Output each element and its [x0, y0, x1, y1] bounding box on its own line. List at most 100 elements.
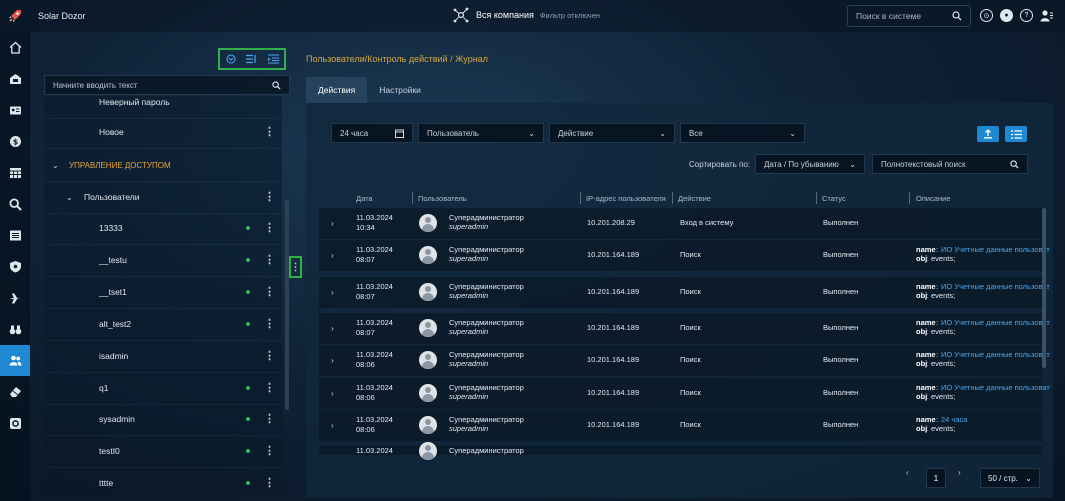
expand-row-icon[interactable]: ›: [331, 356, 334, 365]
page-number[interactable]: 1: [926, 468, 946, 488]
period-filter[interactable]: 24 часа: [331, 123, 413, 143]
tree-item[interactable]: sysadmin ⋮: [44, 409, 282, 429]
user-circle-icon[interactable]: ●: [1000, 9, 1013, 22]
table-scrollbar[interactable]: [1042, 208, 1046, 368]
panel-resize-handle[interactable]: ⋮: [289, 256, 302, 278]
more-options-icon[interactable]: ⋮: [264, 286, 275, 298]
fulltext-search-field[interactable]: Полнотекстовый поиск: [872, 154, 1028, 174]
expand-row-icon[interactable]: ›: [331, 324, 334, 333]
user-settings-icon[interactable]: [1040, 9, 1053, 22]
tree-item[interactable]: __testu ⋮: [44, 250, 282, 270]
tree-item[interactable]: Неверный пароль: [44, 96, 282, 112]
global-search-input[interactable]: Поиск в системе: [847, 5, 971, 27]
more-options-icon[interactable]: ⋮: [264, 318, 275, 330]
nav-search[interactable]: [0, 188, 30, 219]
expand-row-icon[interactable]: ›: [331, 251, 334, 260]
more-options-icon[interactable]: ⋮: [264, 191, 275, 203]
tree-search-input[interactable]: [53, 80, 272, 90]
tree-item[interactable]: ⌄ Пользователи ⋮: [44, 187, 282, 207]
column-date[interactable]: Дата: [356, 194, 373, 203]
more-options-icon[interactable]: ⋮: [264, 477, 275, 489]
tree-item[interactable]: tttte ⋮: [44, 473, 282, 493]
tab-actions[interactable]: Действия: [306, 77, 368, 103]
company-selector[interactable]: Вся компания Фильтр отключен: [452, 6, 600, 24]
nav-transfer[interactable]: [0, 282, 30, 313]
search-icon[interactable]: [272, 80, 281, 90]
nav-workstation[interactable]: [0, 63, 30, 94]
column-user[interactable]: Пользователь: [418, 194, 467, 203]
expand-row-icon[interactable]: ›: [331, 219, 334, 228]
nav-list[interactable]: [0, 220, 30, 251]
indent-view-icon[interactable]: [267, 53, 279, 65]
prev-page-icon[interactable]: ‹: [906, 468, 909, 477]
tree-item[interactable]: alt_test2 ⋮: [44, 314, 282, 334]
column-divider: [412, 192, 413, 204]
tab-settings[interactable]: Настройки: [367, 77, 433, 103]
column-ip[interactable]: IP-адрес пользователя: [586, 194, 666, 203]
table-row[interactable]: › 11.03.2024 08:07 Суперадминистратор supera…: [319, 277, 1050, 308]
nav-policy[interactable]: [0, 251, 30, 282]
nav-users[interactable]: [0, 344, 30, 377]
user-filter[interactable]: Пользователь ⌄: [418, 123, 544, 143]
table-row[interactable]: › 11.03.2024 08:07 Суперадминистратор supera…: [319, 313, 1050, 344]
chevron-down-icon[interactable]: ⌄: [52, 161, 59, 170]
search-icon[interactable]: [1010, 159, 1019, 169]
tree-item[interactable]: Новое ⋮: [44, 122, 282, 142]
tree-scrollbar[interactable]: [285, 200, 289, 410]
table-row[interactable]: 11.03.2024 Суперадминистратор: [319, 442, 1042, 460]
settings-icon: [9, 417, 21, 429]
nav-cleanup[interactable]: [0, 376, 30, 407]
search-icon[interactable]: [952, 11, 962, 21]
expand-row-icon[interactable]: ›: [331, 421, 334, 430]
more-options-icon[interactable]: ⋮: [264, 222, 275, 234]
expand-row-icon[interactable]: ›: [331, 288, 334, 297]
next-page-icon[interactable]: ›: [958, 468, 961, 477]
tree-item[interactable]: testI0 ⋮: [44, 441, 282, 461]
tree-search-field[interactable]: [44, 75, 290, 95]
nav-calendar[interactable]: [0, 157, 30, 188]
description-value: ИО Учетные данные пользоват: [941, 318, 1050, 327]
nav-settings[interactable]: [0, 408, 30, 439]
online-status-dot: [246, 481, 250, 485]
app-logo[interactable]: [0, 0, 30, 32]
tree-section[interactable]: ⌄ УПРАВЛЕНИЕ ДОСТУПОМ: [44, 155, 282, 175]
column-action[interactable]: Действие: [678, 194, 711, 203]
cell-user-login: superadmin: [449, 254, 489, 263]
nav-finance[interactable]: $: [0, 126, 30, 157]
nav-home[interactable]: [0, 32, 30, 63]
table-row[interactable]: › 11.03.2024 10:34 Суперадминистратор supera…: [319, 208, 1042, 239]
sort-select[interactable]: Дата / По убыванию ⌄: [755, 154, 865, 174]
more-options-icon[interactable]: ⋮: [264, 382, 275, 394]
export-button[interactable]: [977, 126, 999, 142]
table-row[interactable]: › 11.03.2024 08:07 Суперадминистратор supera…: [319, 240, 1050, 271]
nav-monitoring[interactable]: [0, 314, 30, 345]
collapse-all-icon[interactable]: [225, 53, 237, 65]
column-description[interactable]: Описание: [916, 194, 951, 203]
gdpr-icon[interactable]: ⊙: [980, 9, 993, 22]
tree-item[interactable]: 13333 ⋮: [44, 218, 282, 238]
more-options-icon[interactable]: ⋮: [264, 254, 275, 266]
chevron-down-icon[interactable]: ⌄: [66, 193, 73, 202]
cell-action: Поиск: [680, 250, 701, 259]
columns-button[interactable]: [1005, 126, 1027, 142]
more-options-icon[interactable]: ⋮: [264, 445, 275, 457]
more-options-icon[interactable]: ⋮: [264, 126, 275, 138]
help-icon[interactable]: ?: [1020, 9, 1033, 22]
table-row[interactable]: › 11.03.2024 08:06 Суперадминистратор supera…: [319, 410, 1042, 441]
scope-filter[interactable]: Все ⌄: [680, 123, 805, 143]
table-row[interactable]: › 11.03.2024 08:06 Суперадминистратор supera…: [319, 378, 1050, 409]
table-row[interactable]: › 11.03.2024 08:06 Суперадминистратор supera…: [319, 345, 1050, 376]
tree-divider: [44, 404, 282, 405]
nav-id-card[interactable]: [0, 95, 30, 126]
more-options-icon[interactable]: ⋮: [264, 413, 275, 425]
tree-item[interactable]: isadmin ⋮: [44, 346, 282, 366]
more-options-icon[interactable]: ⋮: [264, 350, 275, 362]
description-value: ИО Учетные данные пользоват: [941, 245, 1050, 254]
tree-item[interactable]: q1 ⋮: [44, 378, 282, 398]
tree-item[interactable]: __tset1 ⋮: [44, 282, 282, 302]
action-filter[interactable]: Действие ⌄: [549, 123, 675, 143]
list-view-icon[interactable]: [246, 53, 258, 65]
page-size-select[interactable]: 50 / стр. ⌄: [980, 468, 1040, 488]
column-status[interactable]: Статус: [822, 194, 846, 203]
expand-row-icon[interactable]: ›: [331, 389, 334, 398]
